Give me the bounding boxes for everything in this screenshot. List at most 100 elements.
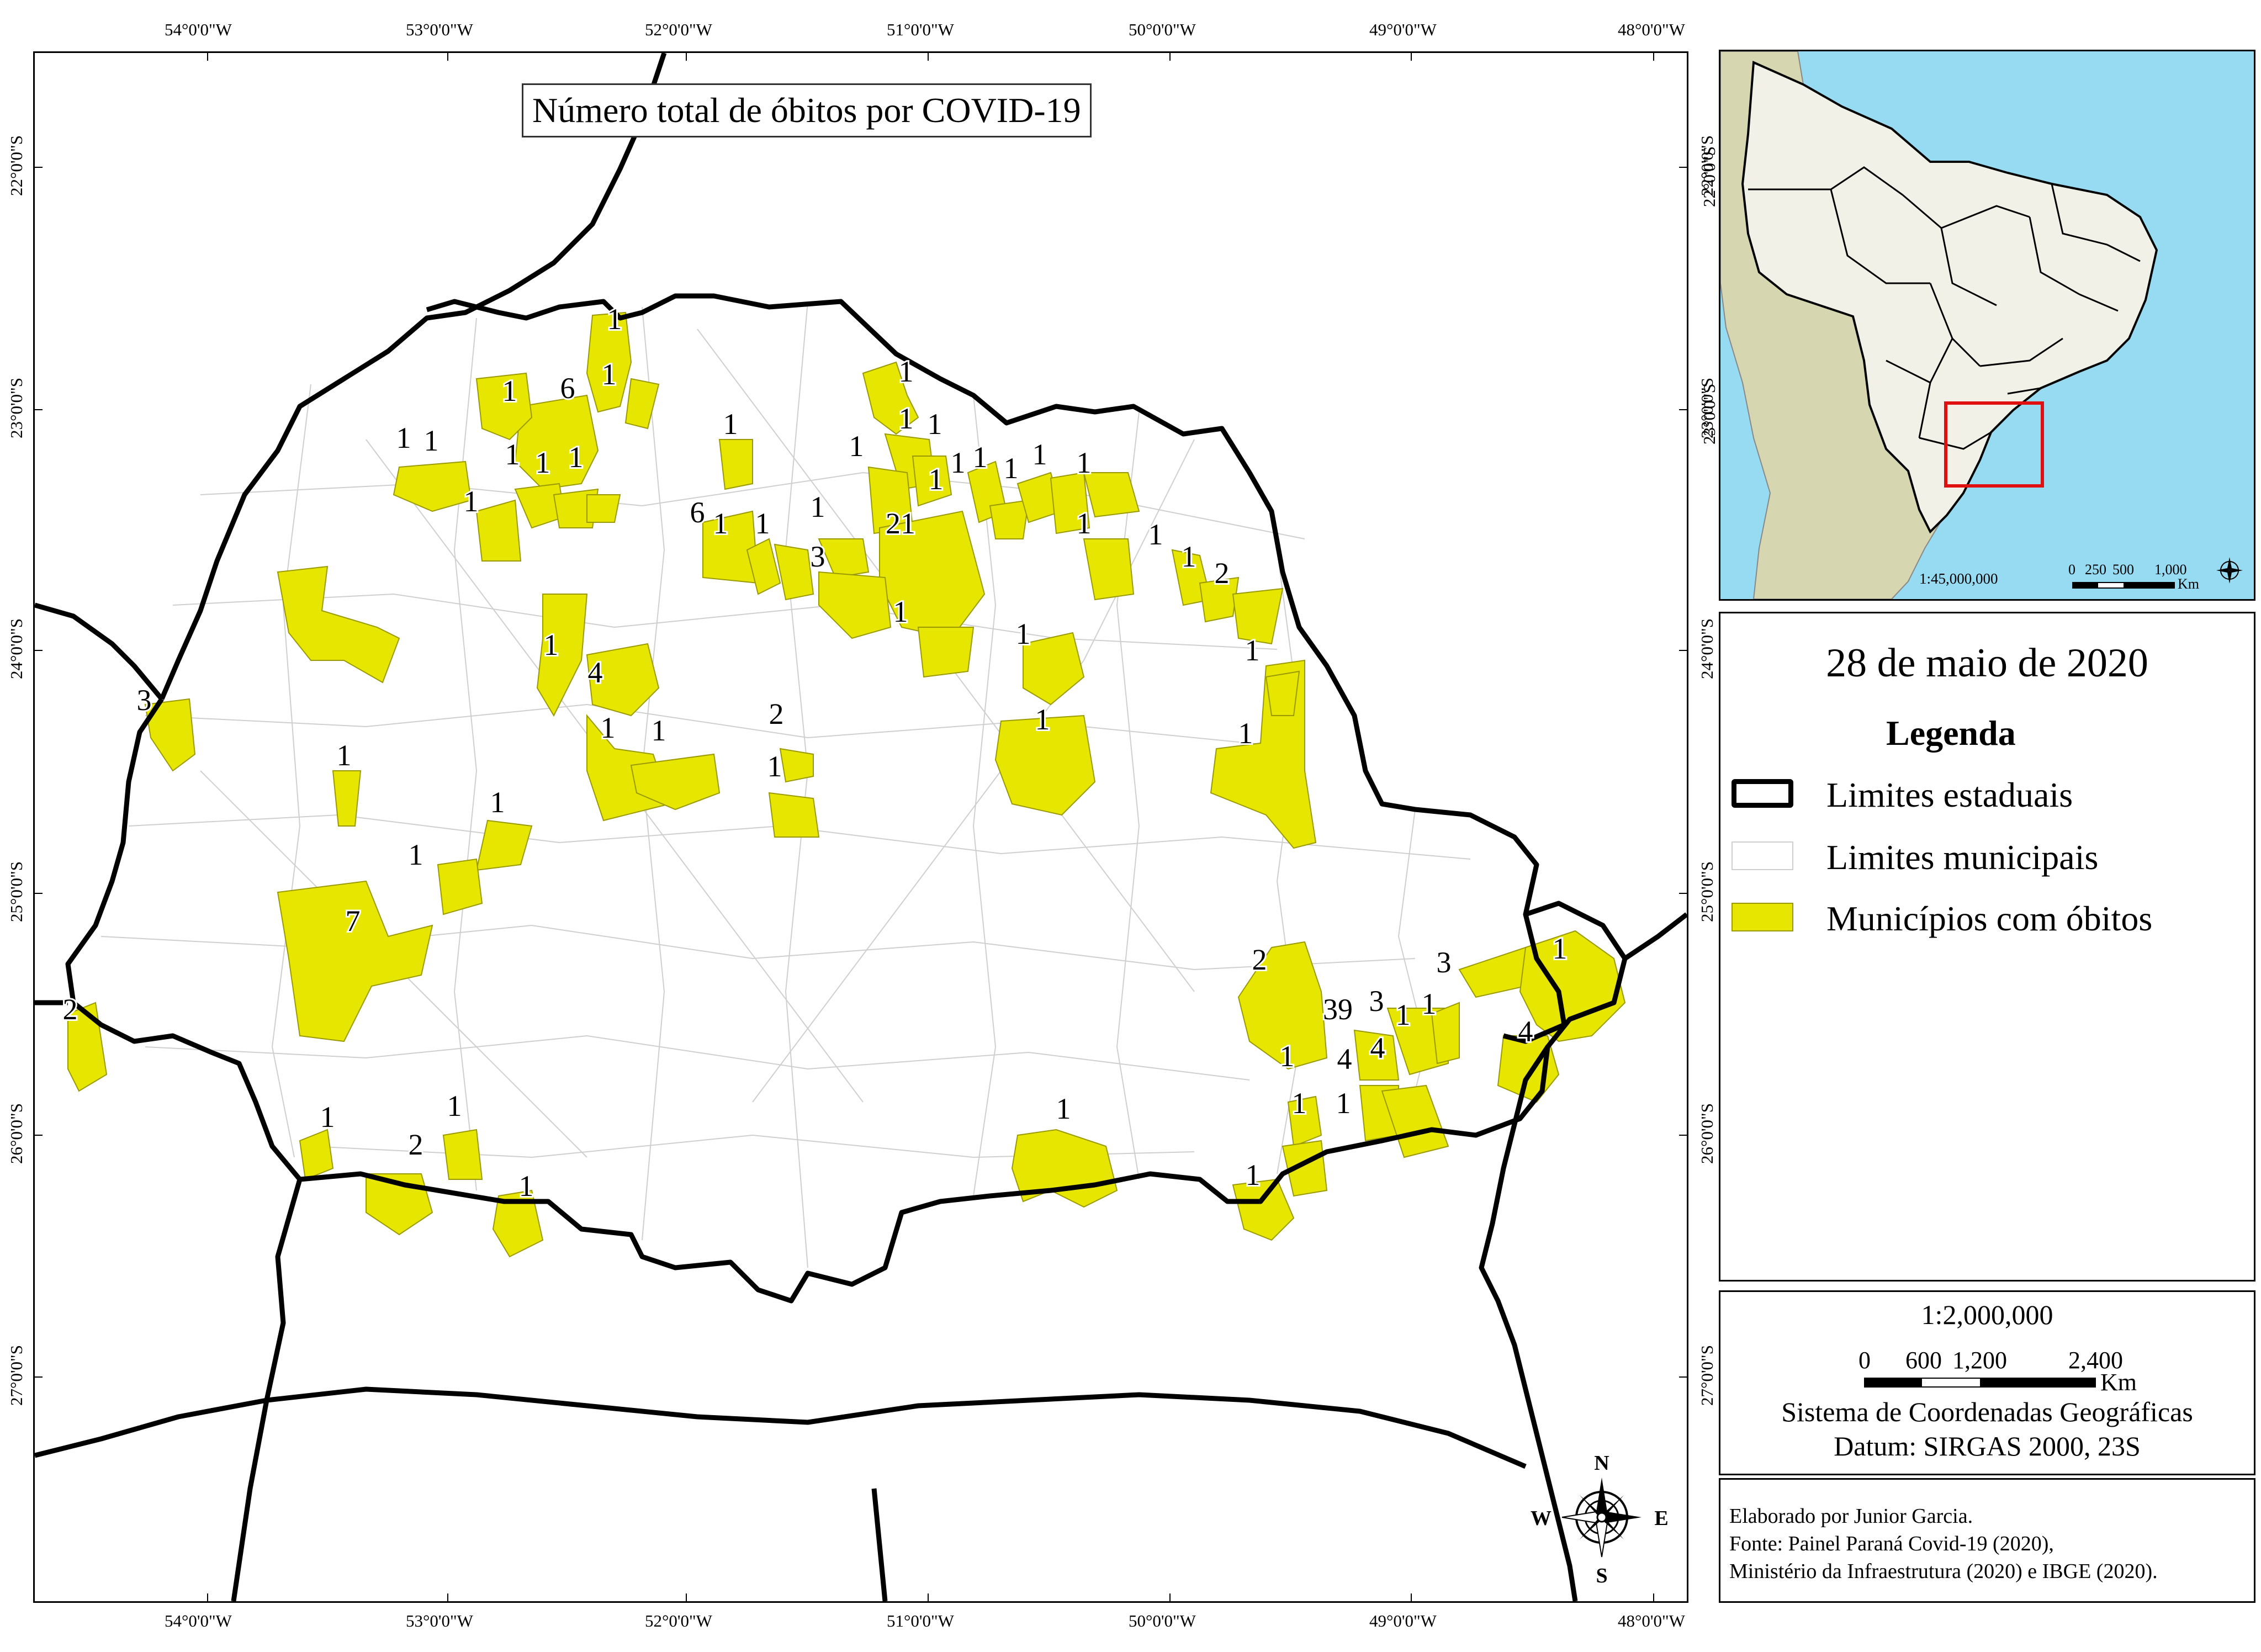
inset-compass bbox=[2216, 557, 2243, 584]
death-label: 1 bbox=[928, 407, 942, 441]
lat-label: 26°0'0"S bbox=[7, 1103, 26, 1164]
death-label: 1 bbox=[893, 595, 908, 628]
lon-label: 50°0'0"W bbox=[1129, 1611, 1196, 1630]
scale-tick-1: 600 bbox=[1905, 1347, 1942, 1374]
lat-label: 25°0'0"S bbox=[1697, 861, 1717, 922]
legend-label: Limites municipais bbox=[1826, 838, 2099, 877]
death-label: 1 bbox=[519, 1169, 534, 1203]
compass-rose: N S E W bbox=[1531, 1452, 1669, 1587]
credits-box: Elaborado por Junior Garcia. Fonte: Pain… bbox=[1719, 1478, 2255, 1603]
scale-unit: Km bbox=[2100, 1369, 2137, 1396]
death-label: 6 bbox=[560, 372, 575, 405]
death-label: 1 bbox=[951, 446, 966, 479]
date-label: 28 de maio de 2020 bbox=[1826, 640, 2148, 686]
death-label: 1 bbox=[1336, 1087, 1351, 1120]
death-label: 1 bbox=[1004, 452, 1019, 485]
inset-scale-unit: Km bbox=[2178, 576, 2199, 592]
death-label: 1 bbox=[723, 407, 738, 441]
death-label: 1 bbox=[1032, 438, 1047, 471]
death-label: 2 bbox=[1215, 557, 1230, 590]
inset-scale-tick-1: 250 bbox=[2085, 562, 2106, 578]
death-label: 1 bbox=[899, 355, 914, 388]
death-label: 1 bbox=[320, 1100, 335, 1134]
death-label: 1 bbox=[337, 739, 352, 772]
inset-map-frame: 1:45,000,000 0 250 500 1,000 Km bbox=[1719, 50, 2255, 601]
death-label: 1 bbox=[1035, 703, 1050, 736]
scale-tick-0: 0 bbox=[1858, 1347, 1871, 1374]
death-label: 2 bbox=[769, 697, 784, 730]
inset-scale-ratio: 1:45,000,000 bbox=[1919, 570, 1998, 587]
lon-label: 53°0'0"W bbox=[406, 20, 473, 39]
compass-s: S bbox=[1596, 1564, 1607, 1587]
death-label: 4 bbox=[588, 656, 603, 689]
death-label: 1 bbox=[1280, 1040, 1295, 1073]
death-label: 39 bbox=[1323, 993, 1353, 1026]
inset-lat-label: 22°0'0"S bbox=[1699, 146, 1719, 207]
lon-label: 54°0'0"W bbox=[165, 1611, 232, 1630]
death-label: 3 bbox=[1437, 946, 1452, 979]
death-label: 1 bbox=[755, 507, 770, 540]
legend-label: Municípios com óbitos bbox=[1826, 899, 2153, 938]
death-label: 3 bbox=[811, 540, 825, 573]
death-label: 1 bbox=[502, 374, 517, 407]
lon-label: 54°0'0"W bbox=[165, 20, 232, 39]
main-map-frame: 1 6 1 1 1 1 1 1 1 1 1 1 1 6 1 1 1 1 21 3… bbox=[33, 51, 1688, 1603]
death-label: 1 bbox=[1077, 507, 1092, 540]
lon-label: 51°0'0"W bbox=[887, 20, 954, 39]
death-label: 1 bbox=[1148, 518, 1163, 551]
inset-lat-label: 23°0'0"S bbox=[1699, 384, 1719, 444]
lon-label: 52°0'0"W bbox=[645, 20, 712, 39]
death-label: 4 bbox=[1370, 1031, 1385, 1065]
death-label: 21 bbox=[886, 507, 915, 540]
death-label: 1 bbox=[464, 485, 479, 518]
death-label: 1 bbox=[1422, 987, 1437, 1020]
scale-tick-2: 1,200 bbox=[1952, 1347, 2007, 1374]
death-label: 1 bbox=[602, 358, 617, 391]
death-label: 4 bbox=[1518, 1015, 1533, 1048]
credit-line: Elaborado por Junior Garcia. bbox=[1729, 1505, 1973, 1528]
lat-label: 22°0'0"S bbox=[7, 135, 26, 196]
death-label: 1 bbox=[811, 490, 825, 523]
lon-label: 48°0'0"W bbox=[1618, 20, 1685, 39]
death-label: 3 bbox=[137, 684, 152, 717]
death-label: 1 bbox=[1553, 932, 1568, 965]
death-label: 1 bbox=[1246, 1158, 1261, 1192]
lat-label: 27°0'0"S bbox=[1697, 1345, 1717, 1406]
lon-label: 49°0'0"W bbox=[1369, 20, 1437, 39]
inset-scale-tick-2: 500 bbox=[2112, 562, 2134, 578]
scale-ratio: 1:2,000,000 bbox=[1921, 1299, 2053, 1330]
legend-swatch-municipal bbox=[1732, 841, 1793, 870]
inset-map bbox=[1720, 51, 2243, 599]
death-label: 1 bbox=[1016, 617, 1031, 650]
death-label: 1 bbox=[929, 463, 944, 496]
death-label: 1 bbox=[1056, 1092, 1071, 1125]
death-label: 6 bbox=[690, 496, 705, 529]
death-label: 1 bbox=[607, 303, 622, 336]
legend-swatch-state bbox=[1732, 779, 1793, 808]
inset-scale-tick-0: 0 bbox=[2068, 562, 2075, 578]
lat-label: 27°0'0"S bbox=[7, 1345, 26, 1406]
compass-n: N bbox=[1594, 1452, 1609, 1475]
lat-label: 23°0'0"S bbox=[7, 378, 26, 438]
lon-label: 48°0'0"W bbox=[1618, 1611, 1685, 1630]
legend-swatch-obitos bbox=[1732, 903, 1793, 931]
map-title-box: Número total de óbitos por COVID-19 bbox=[522, 83, 1092, 137]
death-label: 1 bbox=[424, 424, 439, 457]
coord-system: Sistema de Coordenadas Geográficas bbox=[1781, 1396, 2193, 1427]
death-label: 2 bbox=[63, 993, 78, 1026]
legend-label: Limites estaduais bbox=[1826, 775, 2073, 814]
scale-bar bbox=[1864, 1378, 2096, 1388]
death-label: 1 bbox=[899, 402, 914, 435]
death-label: 1 bbox=[1245, 634, 1260, 667]
compass-e: E bbox=[1654, 1507, 1668, 1530]
death-label: 7 bbox=[346, 904, 361, 938]
death-label: 1 bbox=[396, 421, 411, 454]
death-label: 1 bbox=[652, 714, 666, 747]
credit-line: Ministério da Infraestrutura (2020) e IB… bbox=[1729, 1560, 2158, 1583]
death-label: 3 bbox=[1369, 984, 1384, 1018]
death-label: 1 bbox=[1396, 998, 1411, 1031]
map-title: Número total de óbitos por COVID-19 bbox=[532, 91, 1081, 130]
death-label: 1 bbox=[1238, 717, 1253, 750]
death-label: 1 bbox=[490, 786, 505, 819]
inset-lat-labels: 22°0'0"S 23°0'0"S bbox=[1699, 146, 1719, 444]
